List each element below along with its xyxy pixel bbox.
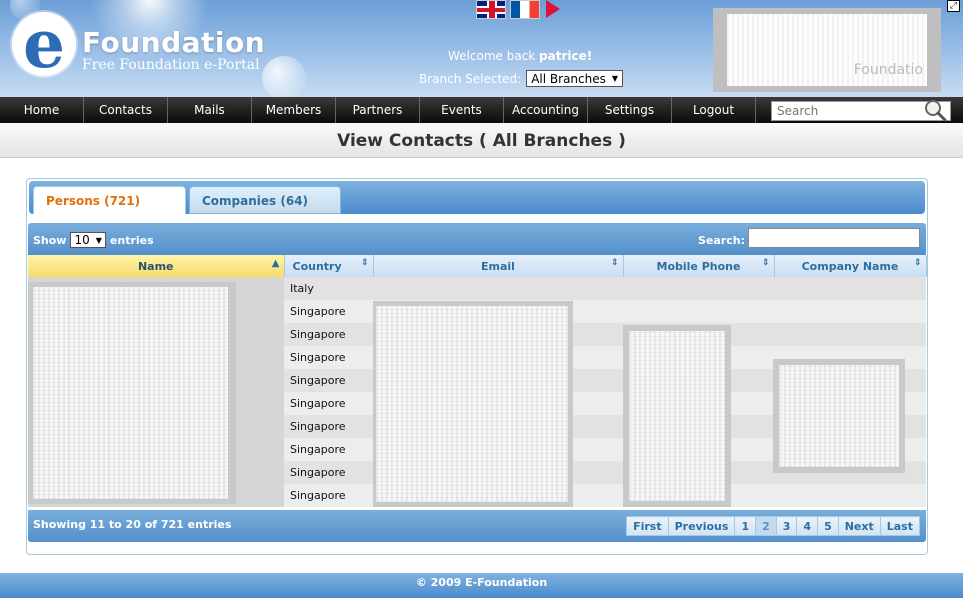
nav-logout[interactable]: Logout [672, 97, 756, 123]
table-header-row: Name ▲ Country ⇕ Email ⇕ Mobile Phone ⇕ Comp… [28, 255, 927, 277]
branch-selector: Branch Selected: All Branches ▼ [419, 70, 624, 87]
table-search-label: Search: [698, 234, 745, 247]
page-first-button[interactable]: First [626, 516, 669, 536]
cell-company [774, 484, 926, 507]
page-button-3[interactable]: 3 [775, 516, 798, 536]
cell-country: Singapore [284, 461, 373, 484]
site-search-input[interactable] [772, 102, 922, 120]
nav-mails[interactable]: Mails [168, 97, 252, 123]
cell-country: Singapore [284, 323, 373, 346]
cell-company [774, 323, 926, 346]
dropdown-arrow-icon: ▼ [611, 74, 619, 83]
column-country[interactable]: Country ⇕ [284, 255, 374, 277]
redacted-phones [623, 325, 731, 507]
logo-icon[interactable]: e [12, 5, 76, 83]
cell-mobile [623, 300, 774, 323]
cell-mobile [623, 277, 774, 300]
nav-contacts[interactable]: Contacts [84, 97, 168, 123]
cell-company [774, 300, 926, 323]
sort-icon: ⇕ [360, 258, 369, 268]
uk-flag-icon[interactable] [476, 0, 506, 19]
entries-select[interactable]: 10 ▼ [70, 232, 106, 248]
column-mobile-phone[interactable]: Mobile Phone ⇕ [623, 255, 775, 277]
cell-country: Singapore [284, 369, 373, 392]
france-flag-icon[interactable] [510, 0, 540, 19]
nav-members[interactable]: Members [252, 97, 336, 123]
branch-select[interactable]: All Branches ▼ [526, 70, 624, 87]
tab-companies[interactable]: Companies (64) [189, 186, 341, 214]
table-info: Showing 11 to 20 of 721 entries [33, 518, 232, 531]
page-button-4[interactable]: 4 [796, 516, 819, 536]
nav-accounting[interactable]: Accounting [504, 97, 588, 123]
nav-home[interactable]: Home [0, 97, 84, 123]
column-name[interactable]: Name ▲ [28, 255, 285, 277]
sort-icon: ⇕ [913, 258, 922, 268]
page-button-2[interactable]: 2 [755, 516, 777, 536]
search-icon[interactable] [923, 98, 947, 122]
cell-country: Singapore [284, 300, 373, 323]
welcome-message: Welcome back patrice! [448, 49, 593, 63]
cell-country: Singapore [284, 438, 373, 461]
nepal-flag-icon[interactable] [544, 0, 562, 19]
cell-country: Singapore [284, 415, 373, 438]
nav-settings[interactable]: Settings [588, 97, 672, 123]
expand-icon[interactable]: ⤢ [947, 0, 960, 12]
pagination: First Previous 1 2 3 4 5 Next Last [626, 516, 920, 536]
page-title: View Contacts ( All Branches ) [337, 131, 626, 151]
table-search-input[interactable] [748, 228, 920, 248]
table-toolbar: Show 10 ▼ entries Search: [28, 223, 926, 255]
cell-country: Italy [284, 277, 373, 300]
cell-country: Singapore [284, 484, 373, 507]
site-header: e Foundation Free Foundation e-Portal We… [0, 0, 963, 97]
cell-country: Singapore [284, 346, 373, 369]
cell-country: Singapore [284, 392, 373, 415]
page-next-button[interactable]: Next [837, 516, 881, 536]
dropdown-arrow-icon: ▼ [95, 235, 102, 245]
sort-icon: ⇕ [610, 258, 619, 268]
cell-email [373, 277, 623, 300]
cell-company [774, 277, 926, 300]
tabs-bar: Persons (721) Companies (64) [29, 181, 925, 214]
sort-asc-icon: ▲ [271, 258, 280, 269]
language-flags [476, 0, 562, 19]
sort-icon: ⇕ [761, 258, 770, 268]
page-button-1[interactable]: 1 [734, 516, 757, 536]
branch-label: Branch Selected: [419, 71, 522, 86]
nav-events[interactable]: Events [420, 97, 504, 123]
redacted-emails [373, 301, 573, 507]
nav-partners[interactable]: Partners [336, 97, 420, 123]
contacts-panel: Persons (721) Companies (64) Show 10 ▼ en… [26, 178, 928, 555]
page-previous-button[interactable]: Previous [667, 516, 736, 536]
welcome-user: patrice! [539, 49, 593, 63]
column-company-name[interactable]: Company Name ⇕ [774, 255, 927, 277]
redacted-companies [773, 359, 905, 473]
logo-subtitle: Free Foundation e-Portal [82, 57, 260, 73]
organization-banner: Foundatio [713, 8, 941, 92]
table-footer: Showing 11 to 20 of 721 entries First Pr… [28, 510, 926, 542]
page-last-button[interactable]: Last [879, 516, 920, 536]
site-footer: © 2009 E-Foundation [0, 573, 963, 598]
banner-image: Foundatio [727, 14, 927, 86]
page-button-5[interactable]: 5 [817, 516, 839, 536]
header-bubble [262, 56, 306, 97]
site-search [771, 98, 951, 122]
column-email[interactable]: Email ⇕ [373, 255, 624, 277]
page-title-bar: View Contacts ( All Branches ) [0, 123, 963, 158]
logo-title[interactable]: Foundation [82, 26, 265, 59]
redacted-names [28, 282, 236, 504]
entries-length: Show 10 ▼ entries [33, 232, 154, 248]
tab-persons[interactable]: Persons (721) [33, 186, 186, 214]
